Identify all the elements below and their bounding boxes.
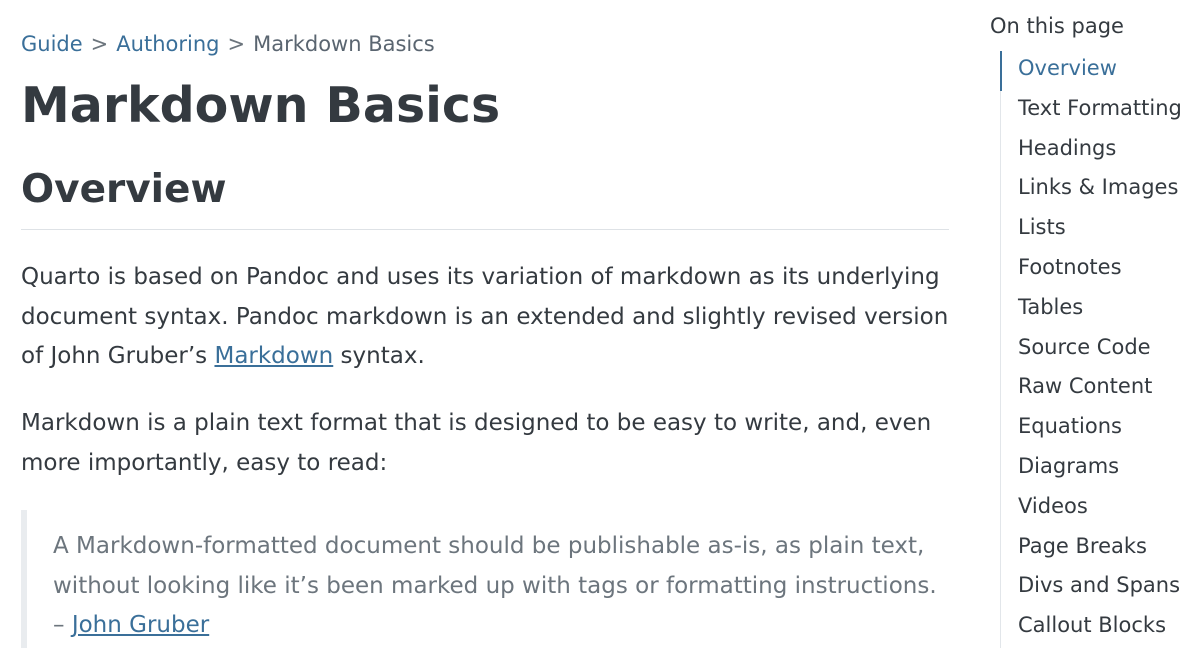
intro-text-end: syntax. xyxy=(333,343,425,369)
toc-item-diagrams[interactable]: Diagrams xyxy=(1001,449,1196,489)
breadcrumb-separator: > xyxy=(90,32,109,56)
toc-item-headings[interactable]: Headings xyxy=(1001,131,1196,171)
toc-item-divs-and-spans[interactable]: Divs and Spans xyxy=(1001,568,1196,608)
toc-item-raw-content[interactable]: Raw Content xyxy=(1001,369,1196,409)
main-content: Guide > Authoring > Markdown Basics Markdown… xyxy=(21,28,949,648)
breadcrumb-guide-link[interactable]: Guide xyxy=(21,32,83,56)
markdown-description-paragraph: Markdown is a plain text format that is … xyxy=(21,410,932,476)
toc-item-text-formatting[interactable]: Text Formatting xyxy=(1001,91,1196,131)
toc-list: Overview Text Formatting Headings Links & I… xyxy=(1000,51,1196,648)
markdown-link[interactable]: Markdown xyxy=(214,343,333,369)
toc-item-lists[interactable]: Lists xyxy=(1001,210,1196,250)
breadcrumb-authoring-link[interactable]: Authoring xyxy=(116,32,219,56)
intro-text: Quarto is based on Pandoc and uses its v… xyxy=(21,264,949,369)
toc-title: On this page xyxy=(990,14,1124,38)
toc-item-equations[interactable]: Equations xyxy=(1001,409,1196,449)
gruber-blockquote: A Markdown-formatted document should be … xyxy=(21,510,949,648)
page-title: Markdown Basics xyxy=(21,77,501,134)
attribution-dash: – xyxy=(53,612,72,638)
toc-item-callout-blocks[interactable]: Callout Blocks xyxy=(1001,608,1196,648)
breadcrumb-current: Markdown Basics xyxy=(253,32,435,56)
toc-item-source-code[interactable]: Source Code xyxy=(1001,330,1196,370)
section-heading-overview: Overview xyxy=(21,167,227,212)
toc-item-links-and-images[interactable]: Links & Images xyxy=(1001,170,1196,210)
toc-item-tables[interactable]: Tables xyxy=(1001,290,1196,330)
toc-item-videos[interactable]: Videos xyxy=(1001,489,1196,529)
john-gruber-link[interactable]: John Gruber xyxy=(72,612,209,638)
blockquote-text: A Markdown-formatted document should be … xyxy=(53,533,937,599)
section-divider xyxy=(21,229,949,230)
toc-item-footnotes[interactable]: Footnotes xyxy=(1001,250,1196,290)
blockquote-attribution: – John Gruber xyxy=(53,606,949,646)
page: Guide > Authoring > Markdown Basics Markdown… xyxy=(0,0,1200,648)
intro-paragraph: Quarto is based on Pandoc and uses its v… xyxy=(21,258,949,377)
toc-item-overview[interactable]: Overview xyxy=(1000,51,1196,91)
breadcrumb: Guide > Authoring > Markdown Basics xyxy=(21,28,949,60)
toc-item-page-breaks[interactable]: Page Breaks xyxy=(1001,529,1196,569)
table-of-contents: On this page Overview Text Formatting Head… xyxy=(990,10,1195,648)
breadcrumb-separator: > xyxy=(227,32,246,56)
